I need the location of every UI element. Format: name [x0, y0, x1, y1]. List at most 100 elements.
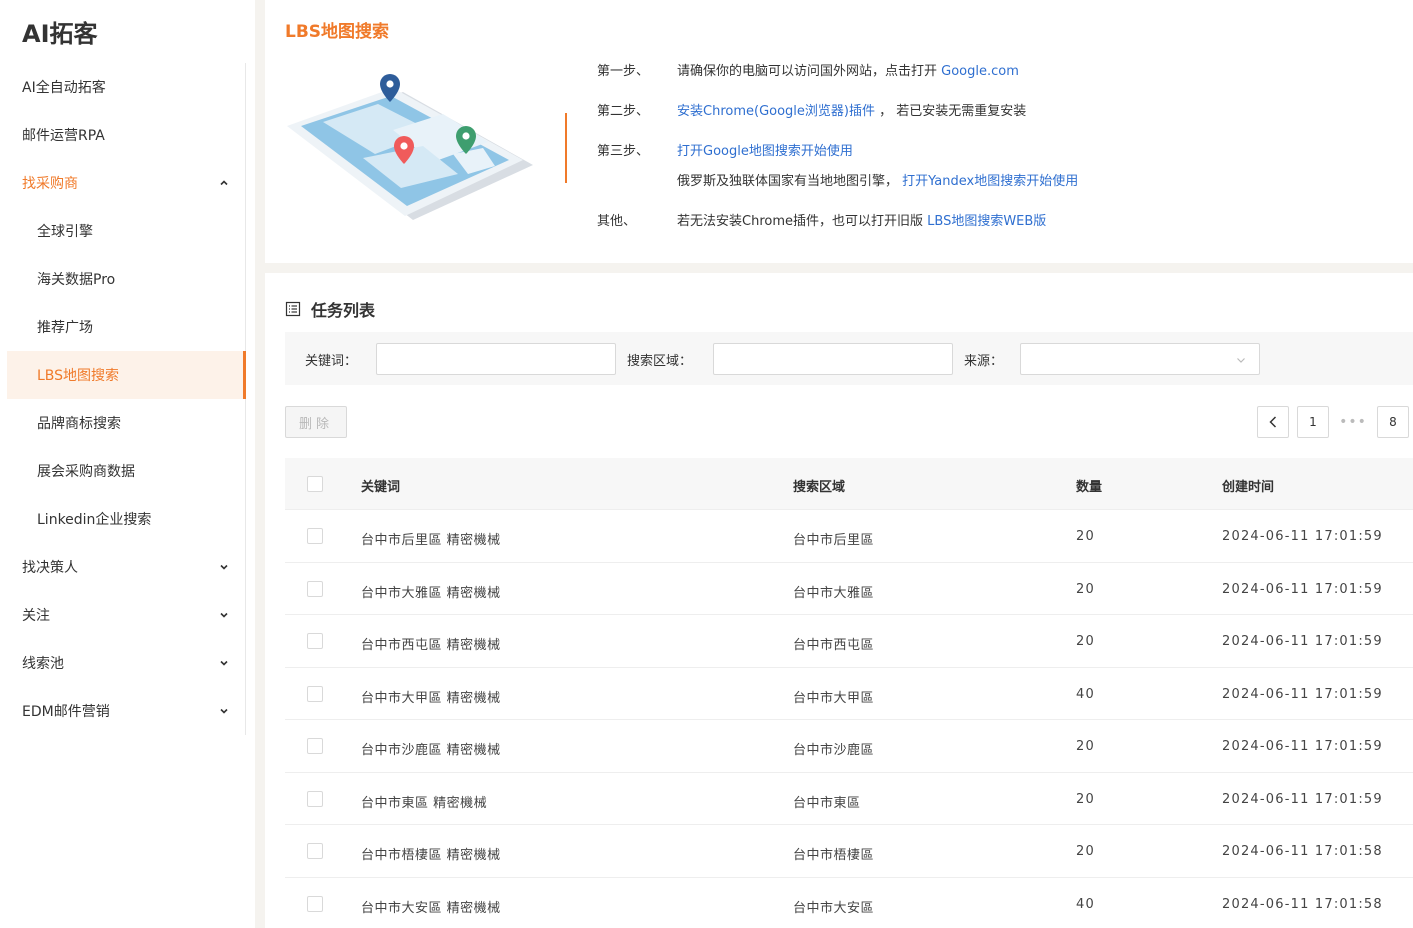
sidebar-item-decision-makers[interactable]: 找决策人 — [7, 543, 246, 591]
col-area: 搜索区域 — [793, 480, 846, 495]
table-row[interactable]: 台中市大安區 精密機械 台中市大安區 40 2024-06-11 17:01:58 — [285, 877, 1413, 928]
sidebar-item-label: 品牌商标搜索 — [37, 416, 121, 432]
cell-area: 台中市大甲區 — [793, 690, 875, 706]
table-row[interactable]: 台中市大雅區 精密機械 台中市大雅區 20 2024-06-11 17:01:59 — [285, 562, 1413, 615]
cell-time: 2024-06-11 17:01:59 — [1222, 739, 1383, 754]
area-input[interactable] — [713, 343, 953, 375]
prev-page-button[interactable] — [1257, 406, 1289, 438]
source-label: 来源： — [964, 354, 1004, 369]
sidebar-item-ai-auto[interactable]: AI全自动拓客 — [7, 63, 246, 111]
sidebar-item-label: AI全自动拓客 — [22, 80, 106, 96]
table-row[interactable]: 台中市沙鹿區 精密機械 台中市沙鹿區 20 2024-06-11 17:01:59 — [285, 720, 1413, 773]
cell-area: 台中市沙鹿區 — [793, 743, 875, 758]
cell-area: 台中市后里區 — [793, 533, 875, 548]
lbs-web-link[interactable]: LBS地图搜索WEB版 — [927, 214, 1046, 229]
sidebar-item-label: 全球引擎 — [37, 224, 93, 240]
cell-count: 20 — [1076, 634, 1095, 649]
page-8-button[interactable]: 8 — [1377, 406, 1409, 438]
sidebar: AI拓客 AI全自动拓客 邮件运营RPA 找采购商 全球引擎 海关数据Pro 推… — [0, 0, 255, 928]
sidebar-item-label: Linkedin企业搜索 — [37, 512, 152, 528]
sidebar-item-label: 邮件运营RPA — [22, 128, 105, 144]
cell-keyword: 台中市沙鹿區 精密機械 — [361, 743, 501, 758]
sidebar-item-global-engine[interactable]: 全球引擎 — [7, 207, 246, 255]
select-all-checkbox[interactable] — [307, 476, 323, 492]
row-checkbox[interactable] — [307, 633, 323, 649]
page-1-button[interactable]: 1 — [1297, 406, 1329, 438]
sidebar-item-lbs-map[interactable]: LBS地图搜索 — [7, 351, 246, 399]
row-checkbox[interactable] — [307, 843, 323, 859]
cell-keyword: 台中市東區 精密機械 — [361, 795, 488, 811]
keyword-label: 关键词： — [305, 354, 358, 369]
step-1-desc: 请确保你的电脑可以访问国外网站，点击打开 — [677, 64, 938, 79]
list-icon — [285, 301, 301, 317]
sidebar-item-label: EDM邮件营销 — [22, 704, 110, 720]
row-checkbox[interactable] — [307, 528, 323, 544]
sidebar-item-brand-search[interactable]: 品牌商标搜索 — [7, 399, 246, 447]
cell-area: 台中市西屯區 — [793, 638, 875, 653]
table-row[interactable]: 台中市梧棲區 精密機械 台中市梧棲區 20 2024-06-11 17:01:58 — [285, 825, 1413, 878]
sidebar-item-label: 关注 — [22, 608, 50, 624]
sidebar-item-customs-data[interactable]: 海关数据Pro — [7, 255, 246, 303]
sidebar-item-email-rpa[interactable]: 邮件运营RPA — [7, 111, 246, 159]
sidebar-item-recommend[interactable]: 推荐广场 — [7, 303, 246, 351]
cell-time: 2024-06-11 17:01:58 — [1222, 844, 1383, 859]
sidebar-item-find-buyers[interactable]: 找采购商 — [7, 159, 246, 207]
install-plugin-link[interactable]: 安装Chrome(Google浏览器)插件 — [677, 104, 875, 119]
table-header: 关键词 搜索区域 数量 创建时间 — [285, 458, 1413, 510]
sidebar-item-edm[interactable]: EDM邮件营销 — [7, 687, 246, 735]
cell-area: 台中市大雅區 — [793, 585, 875, 601]
step-1-text: 请确保你的电脑可以访问国外网站，点击打开 Google.com — [677, 60, 1019, 79]
step-2-text: 安装Chrome(Google浏览器)插件 ， 若已安装无需重复安装 — [677, 100, 1026, 119]
sidebar-item-exhibition[interactable]: 展会采购商数据 — [7, 447, 246, 495]
row-checkbox[interactable] — [307, 790, 323, 807]
lbs-intro-panel: LBS地图搜索 第一步、 请确保你的电脑可以访问国外网站，点击打开 Google… — [265, 0, 1413, 263]
step-other-text: 若无法安装Chrome插件，也可以打开旧版 LBS地图搜索WEB版 — [677, 210, 1046, 229]
table-row[interactable]: 台中市后里區 精密機械 台中市后里區 20 2024-06-11 17:01:59 — [285, 510, 1413, 563]
cell-time: 2024-06-11 17:01:59 — [1222, 686, 1383, 702]
delete-button[interactable]: 删除 — [285, 406, 347, 438]
sidebar-item-label: 展会采购商数据 — [37, 464, 135, 480]
cell-keyword: 台中市后里區 精密機械 — [361, 533, 501, 548]
sidebar-item-lead-pool[interactable]: 线索池 — [7, 639, 246, 687]
table-row[interactable]: 台中市東區 精密機械 台中市東區 20 2024-06-11 17:01:59 — [285, 772, 1413, 825]
sidebar-menu: AI全自动拓客 邮件运营RPA 找采购商 全球引擎 海关数据Pro 推荐广场 L… — [7, 63, 246, 735]
sidebar-item-follow[interactable]: 关注 — [7, 591, 246, 639]
source-select[interactable] — [1020, 343, 1260, 375]
task-table: 关键词 搜索区域 数量 创建时间 台中市后里區 精密機械 台中市后里區 20 2024… — [285, 458, 1413, 928]
step-2-label: 第二步、 — [597, 104, 650, 119]
cell-area: 台中市梧棲區 — [793, 848, 875, 863]
col-count: 数量 — [1076, 480, 1103, 495]
row-checkbox[interactable] — [307, 685, 323, 702]
table-body: 台中市后里區 精密機械 台中市后里區 20 2024-06-11 17:01:59 台中… — [285, 510, 1413, 928]
table-row[interactable]: 台中市西屯區 精密機械 台中市西屯區 20 2024-06-11 17:01:59 — [285, 615, 1413, 668]
cell-count: 20 — [1076, 581, 1095, 597]
chevron-down-icon — [218, 705, 230, 717]
cell-area: 台中市大安區 — [793, 900, 875, 916]
page-ellipsis[interactable]: ••• — [1337, 406, 1369, 438]
cell-keyword: 台中市梧棲區 精密機械 — [361, 848, 501, 863]
chevron-left-icon — [1269, 416, 1277, 428]
open-yandex-map-link[interactable]: 打开Yandex地图搜索开始使用 — [902, 174, 1078, 189]
row-checkbox[interactable] — [307, 738, 323, 754]
sidebar-item-linkedin[interactable]: Linkedin企业搜索 — [7, 495, 246, 543]
cell-time: 2024-06-11 17:01:58 — [1222, 896, 1383, 912]
step-other-label: 其他、 — [597, 214, 637, 229]
cell-count: 20 — [1076, 791, 1095, 807]
row-checkbox[interactable] — [307, 580, 323, 597]
cell-count: 20 — [1076, 739, 1095, 754]
filter-bar: 关键词： 搜索区域： 来源： — [285, 332, 1413, 385]
cell-count: 20 — [1076, 844, 1095, 859]
open-google-map-link[interactable]: 打开Google地图搜索开始使用 — [677, 144, 853, 159]
cell-count: 40 — [1076, 686, 1095, 702]
brand-logo: AI拓客 — [22, 20, 98, 48]
keyword-input[interactable] — [376, 343, 616, 375]
sidebar-item-label: 找采购商 — [22, 176, 78, 192]
task-list-title-text: 任务列表 — [311, 301, 376, 320]
google-link[interactable]: Google.com — [941, 64, 1019, 79]
col-time: 创建时间 — [1222, 480, 1275, 495]
sidebar-item-label: 找决策人 — [22, 560, 78, 576]
step-1-label: 第一步、 — [597, 64, 650, 79]
table-row[interactable]: 台中市大甲區 精密機械 台中市大甲區 40 2024-06-11 17:01:59 — [285, 667, 1413, 720]
row-checkbox[interactable] — [307, 895, 323, 912]
page-title: LBS地图搜索 — [285, 22, 390, 42]
